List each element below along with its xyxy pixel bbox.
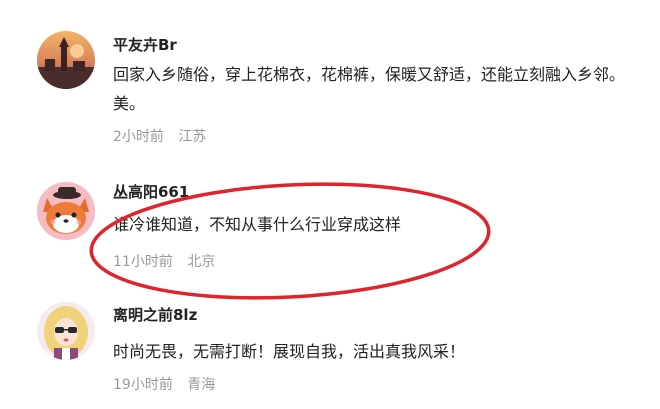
username[interactable]: 丛高阳661 [113, 181, 189, 202]
sunset-tower-avatar-icon [37, 31, 95, 89]
comment-text: 回家入乡随俗，穿上花棉衣，花棉裤，保暖又舒适，还能立刻融入乡邻。美。 [113, 65, 626, 113]
comment-text: 谁冷谁知道，不知从事什么行业穿成这样 [113, 215, 402, 234]
username[interactable]: 平友卉Br [113, 34, 177, 55]
comment-meta: 2小时前 江苏 [113, 126, 206, 146]
comment-list: 平友卉Br 回家入乡随俗，穿上花棉衣，花棉裤，保暖又舒适，还能立刻融入乡邻。美。… [0, 0, 660, 409]
comment-item: 平友卉Br 回家入乡随俗，穿上花棉衣，花棉裤，保暖又舒适，还能立刻融入乡邻。美。… [0, 0, 660, 160]
username[interactable]: 离明之前8lz [113, 304, 197, 325]
comment-location: 青海 [187, 377, 216, 393]
comment-location: 江苏 [178, 129, 207, 145]
comment-item: 离明之前8lz 时尚无畏，无需打断！展现自我，活出真我风采！ 19小时前 青海 [0, 290, 660, 409]
comment-location: 北京 [187, 254, 216, 270]
user-avatar[interactable] [37, 182, 95, 240]
comment-meta: 19小时前 青海 [113, 374, 215, 394]
comment-time: 11小时前 [113, 254, 173, 270]
comment-time: 2小时前 [113, 129, 164, 145]
comment-meta: 11小时前 北京 [113, 251, 215, 271]
comment-time: 19小时前 [113, 377, 173, 393]
user-avatar[interactable] [37, 31, 95, 89]
comment-item: 丛高阳661 谁冷谁知道，不知从事什么行业穿成这样 11小时前 北京 [0, 160, 660, 290]
fox-avatar-icon [37, 182, 95, 240]
user-avatar[interactable] [37, 302, 95, 360]
girl-avatar-icon [37, 302, 95, 360]
comment-text: 时尚无畏，无需打断！展现自我，活出真我风采！ [113, 342, 466, 361]
